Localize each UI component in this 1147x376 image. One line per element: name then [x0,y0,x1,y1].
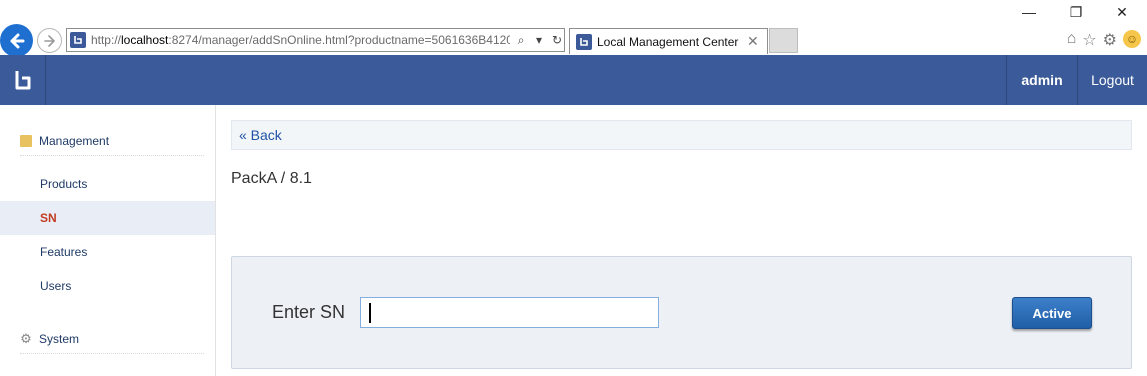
gear-icon: ⚙ [20,330,32,346]
browser-forward-button[interactable] [37,28,62,53]
app-logo-icon[interactable] [0,55,46,105]
app-header: admin Logout [0,55,1147,105]
breadcrumb: PackA / 8.1 [231,170,312,187]
sidebar-section-management[interactable]: Management [20,126,204,156]
text-cursor [369,303,371,323]
sn-input[interactable] [360,297,659,328]
sidebar-section-label: Management [39,133,110,148]
sidebar-item-sn[interactable]: SN [0,201,215,235]
home-icon[interactable]: ⌂ [1067,30,1077,50]
browser-tab[interactable]: Local Management Center ✕ [569,28,768,54]
favorites-icon[interactable]: ☆ [1082,30,1096,50]
browser-toolbar-icons: ⌂ ☆ ⚙ ☺ [1067,30,1141,50]
tab-favicon-icon [576,33,592,50]
feedback-smiley-icon[interactable]: ☺ [1123,30,1141,48]
settings-icon[interactable]: ⚙ [1103,30,1117,50]
minimize-icon[interactable]: — [1019,4,1039,20]
back-link[interactable]: « Back [239,127,282,143]
arrow-right-icon [43,34,55,47]
search-icon[interactable]: ⌕ [514,33,528,48]
back-bar: « Back [231,120,1132,150]
sn-input-label: Enter SN [272,302,346,322]
sidebar-item-label: Features [40,245,88,259]
chevron-down-icon[interactable]: ▾ [532,33,546,47]
user-menu[interactable]: admin [1006,55,1077,105]
sidebar-item-label: SN [40,211,57,225]
folder-icon [20,134,32,147]
tab-title: Local Management Center [597,34,739,49]
refresh-icon[interactable]: ↻ [550,33,564,47]
address-bar[interactable]: http://localhost:8274/manager/addSnOnlin… [66,28,565,52]
header-nav: admin Logout [1006,55,1147,105]
sidebar-section-system[interactable]: ⚙ System [20,324,204,354]
close-window-icon[interactable]: ✕ [1112,4,1132,21]
sidebar-item-products[interactable]: Products [0,167,215,201]
new-tab-button[interactable] [769,28,798,53]
sidebar-item-label: Users [40,279,72,293]
sidebar-item-features[interactable]: Features [0,235,215,269]
active-button[interactable]: Active [1012,297,1092,329]
browser-chrome: — ❐ ✕ http://localhost:8274/manager/addS… [0,0,1147,57]
browser-back-button[interactable] [0,24,33,57]
sidebar-item-label: Products [40,177,88,191]
arrow-left-icon [10,33,24,48]
logo-mark [15,71,30,90]
tab-close-icon[interactable]: ✕ [747,33,759,50]
sidebar: Management Products SN Features Users ⚙ … [0,105,216,376]
sidebar-section-label: System [39,331,80,346]
address-url[interactable]: http://localhost:8274/manager/addSnOnlin… [91,33,510,47]
sn-form-panel: Enter SN Active [231,256,1132,369]
sidebar-item-users[interactable]: Users [0,269,215,303]
restore-icon[interactable]: ❐ [1066,4,1086,21]
site-favicon-icon [70,32,86,48]
logout-link[interactable]: Logout [1077,55,1147,105]
